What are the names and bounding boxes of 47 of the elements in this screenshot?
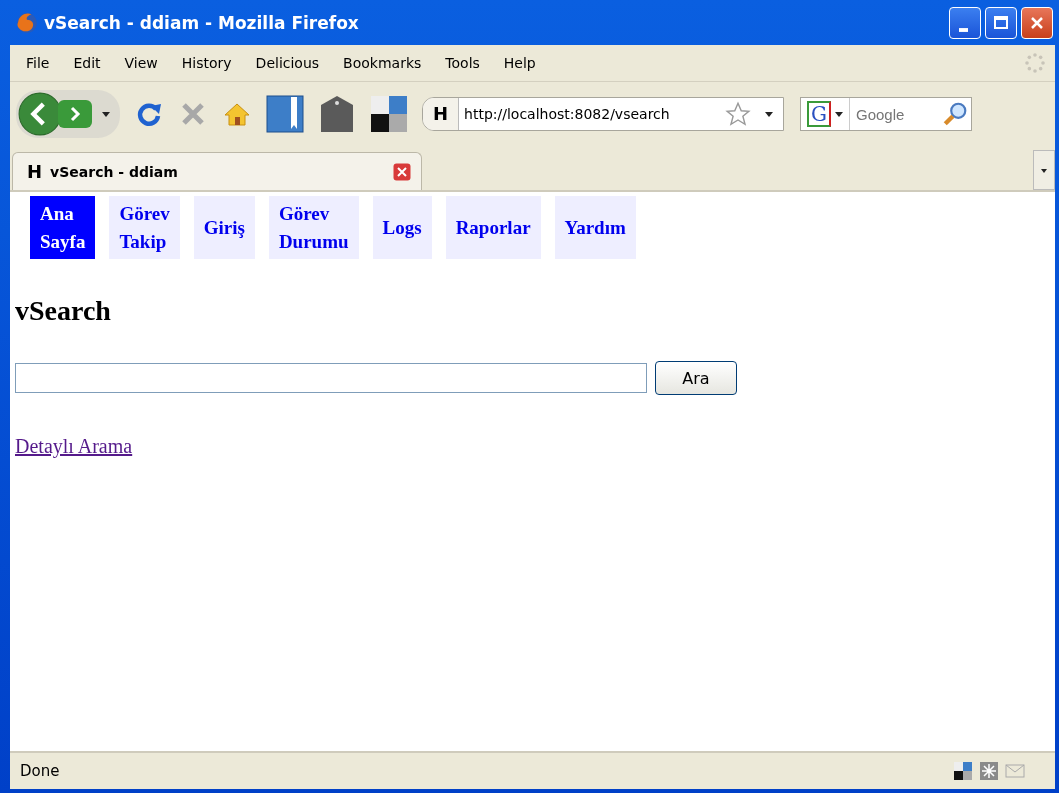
search-button[interactable]: Ara	[655, 361, 737, 396]
checkered-squares-icon[interactable]	[953, 762, 973, 780]
menu-item[interactable]: View	[112, 55, 170, 71]
forward-button[interactable]	[58, 99, 94, 129]
snowflake-icon[interactable]	[979, 762, 999, 780]
checkered-squares-icon[interactable]	[370, 95, 408, 133]
nav-link[interactable]: Görev Durumu	[268, 196, 359, 260]
menu-item[interactable]: History	[169, 55, 244, 71]
search-icon[interactable]	[942, 101, 968, 127]
menu-item[interactable]: Help	[491, 55, 548, 71]
window-title: vSearch - ddiam - Mozilla Firefox	[44, 12, 360, 33]
address-bar[interactable]: H http://localhost:8082/vsearch	[422, 97, 784, 131]
menu-item[interactable]: Tools	[433, 55, 492, 71]
maximize-button[interactable]	[985, 6, 1017, 39]
menu-item[interactable]: Bookmarks	[331, 55, 434, 71]
tag-icon[interactable]	[318, 95, 356, 133]
search-field[interactable]	[15, 363, 647, 394]
nav-link[interactable]: Giriş	[193, 196, 255, 260]
nav-link[interactable]: Yardım	[554, 196, 636, 260]
minimize-icon	[958, 27, 968, 32]
nav-link[interactable]: Ana Sayfa	[30, 196, 96, 260]
bookmark-icon[interactable]	[266, 95, 304, 133]
menu-item[interactable]: Edit	[61, 55, 113, 71]
minimize-button[interactable]	[949, 6, 981, 39]
search-engine-icon[interactable]: G	[807, 101, 831, 127]
close-button[interactable]	[1021, 6, 1053, 39]
nav-link[interactable]: Logs	[372, 196, 432, 260]
site-icon: H	[27, 161, 43, 182]
menu-item[interactable]: Delicious	[243, 55, 332, 71]
close-tab-icon[interactable]	[393, 162, 411, 181]
menu-item[interactable]: File	[14, 55, 62, 71]
back-button[interactable]	[18, 92, 62, 136]
dropdown-arrow-icon[interactable]	[835, 111, 843, 117]
nav-link[interactable]: Görev Takip	[109, 196, 180, 260]
site-icon: H	[423, 98, 460, 130]
throbber-icon	[1023, 51, 1047, 75]
advanced-search-link[interactable]: Detaylı Arama	[15, 435, 133, 459]
nav-link[interactable]: Raporlar	[445, 196, 541, 260]
dropdown-arrow-icon[interactable]	[102, 111, 110, 117]
dropdown-arrow-icon[interactable]	[765, 111, 773, 117]
star-icon[interactable]	[725, 101, 751, 127]
page-heading: vSearch	[15, 295, 112, 328]
status-text: Done	[20, 762, 60, 780]
browser-tab[interactable]: H vSearch - ddiam	[12, 152, 422, 190]
search-box[interactable]: G Google	[800, 97, 972, 131]
tab-title: vSearch - ddiam	[50, 163, 179, 180]
url-text: http://localhost:8082/vsearch	[463, 106, 671, 122]
